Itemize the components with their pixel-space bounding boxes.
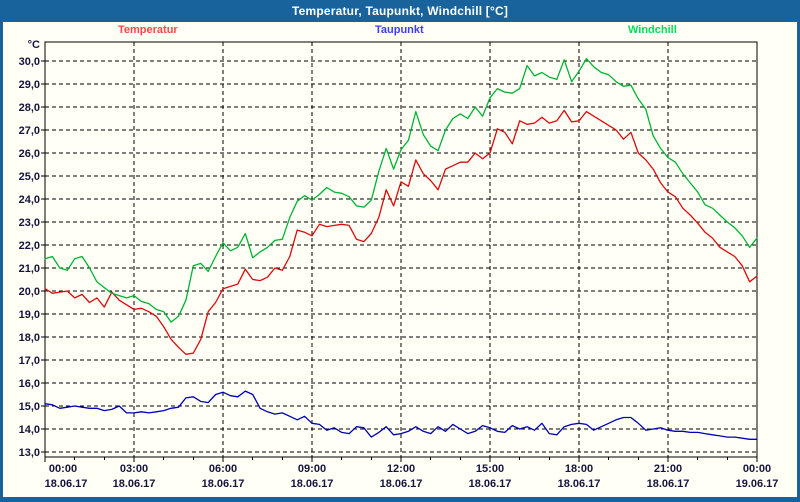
title-bar: Temperatur, Taupunkt, Windchill [°C]	[0, 0, 800, 22]
svg-text:06:00: 06:00	[209, 463, 237, 475]
svg-text:18.06.17: 18.06.17	[202, 478, 245, 490]
svg-text:22,0: 22,0	[19, 240, 40, 252]
svg-text:18,0: 18,0	[19, 332, 40, 344]
legend-item-windchill: Windchill	[628, 24, 677, 39]
legend-label-temperatur: Temperatur	[118, 24, 178, 36]
svg-text:12:00: 12:00	[387, 463, 415, 475]
svg-text:15,0: 15,0	[19, 401, 40, 413]
svg-text:14,0: 14,0	[19, 424, 40, 436]
svg-text:18:00: 18:00	[565, 463, 593, 475]
svg-text:19.06.17: 19.06.17	[736, 478, 779, 490]
svg-text:18.06.17: 18.06.17	[45, 478, 88, 490]
svg-text:00:00: 00:00	[743, 463, 771, 475]
svg-text:09:00: 09:00	[298, 463, 326, 475]
svg-text:18.06.17: 18.06.17	[469, 478, 512, 490]
legend-item-taupunkt: Taupunkt	[375, 24, 424, 39]
svg-text:19,0: 19,0	[19, 309, 40, 321]
chart-panel: 30,0 29,0 28,0 27,0 26,0 25,0 24,0 23,0 22,0 21,0…	[3, 22, 797, 497]
app-window: { "window": { "title": "Temperatur, Taup…	[0, 0, 800, 500]
legend-item-temperatur: Temperatur	[118, 24, 178, 39]
svg-text:28,0: 28,0	[19, 102, 40, 114]
svg-text:18.06.17: 18.06.17	[380, 478, 423, 490]
chart-title: Temperatur, Taupunkt, Windchill [°C]	[292, 4, 508, 18]
svg-text:23,0: 23,0	[19, 217, 40, 229]
svg-text:30,0: 30,0	[19, 56, 40, 68]
svg-text:13,0: 13,0	[19, 447, 40, 459]
svg-text:29,0: 29,0	[19, 79, 40, 91]
svg-text:17,0: 17,0	[19, 355, 40, 367]
svg-text:18.06.17: 18.06.17	[113, 478, 156, 490]
svg-text:21,0: 21,0	[19, 263, 40, 275]
svg-text:16,0: 16,0	[19, 378, 40, 390]
svg-text:20,0: 20,0	[19, 286, 40, 298]
legend-label-taupunkt: Taupunkt	[375, 24, 424, 36]
svg-text:27,0: 27,0	[19, 125, 40, 137]
svg-text:00:00: 00:00	[49, 463, 77, 475]
svg-text:18.06.17: 18.06.17	[558, 478, 601, 490]
svg-text:24,0: 24,0	[19, 194, 40, 206]
svg-text:25,0: 25,0	[19, 171, 40, 183]
legend-label-windchill: Windchill	[628, 24, 677, 36]
svg-text:°C: °C	[28, 39, 40, 51]
svg-text:03:00: 03:00	[120, 463, 148, 475]
svg-text:18.06.17: 18.06.17	[647, 478, 690, 490]
svg-text:26,0: 26,0	[19, 148, 40, 160]
svg-text:15:00: 15:00	[476, 463, 504, 475]
chart-plot-svg: 30,0 29,0 28,0 27,0 26,0 25,0 24,0 23,0 22,0 21,0…	[3, 22, 797, 497]
svg-text:21:00: 21:00	[654, 463, 682, 475]
svg-text:18.06.17: 18.06.17	[291, 478, 334, 490]
